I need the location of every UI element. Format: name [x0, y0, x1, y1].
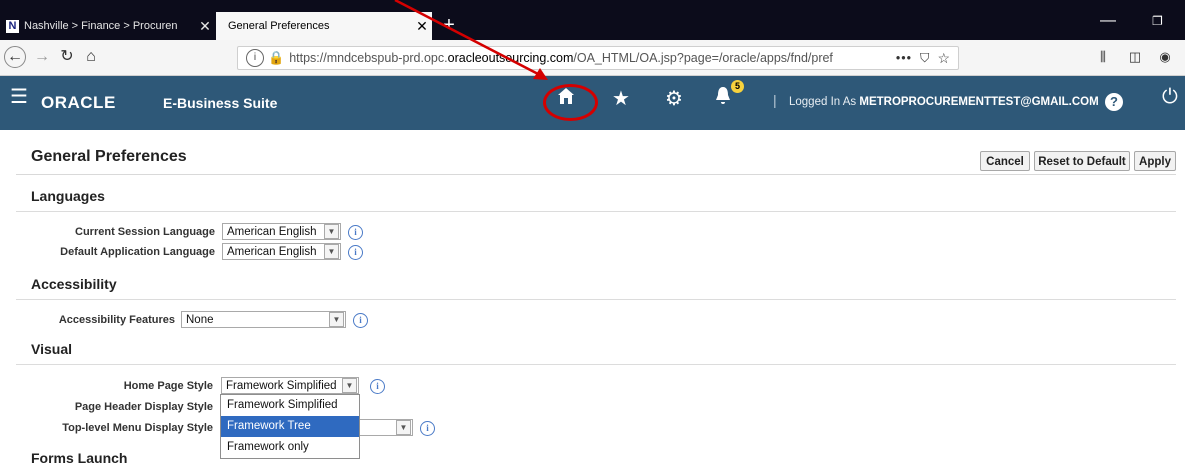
info-icon[interactable]: i: [246, 49, 264, 67]
divider: [16, 211, 1176, 212]
section-accessibility: Accessibility: [31, 276, 117, 292]
info-icon[interactable]: i: [370, 379, 385, 394]
home-page-style-label: Home Page Style: [123, 380, 213, 392]
select-value: None: [186, 313, 214, 326]
current-session-language-select[interactable]: American English ▼: [222, 223, 341, 240]
header-divider: |: [773, 92, 777, 108]
info-icon[interactable]: i: [348, 225, 363, 240]
library-icon[interactable]: ⫼: [1092, 45, 1114, 69]
url-prefix: https://mndcebspub-prd.opc.: [289, 51, 448, 65]
tab-general-preferences[interactable]: General Preferences ✕: [216, 12, 432, 40]
forward-icon[interactable]: →: [31, 45, 53, 69]
bell-icon[interactable]: [715, 86, 731, 112]
annotation-circle: [543, 84, 598, 121]
close-icon[interactable]: ✕: [412, 18, 432, 35]
page-actions-icon[interactable]: •••: [896, 51, 912, 65]
chevron-down-icon[interactable]: ▼: [396, 420, 411, 435]
cancel-button[interactable]: Cancel: [980, 151, 1030, 171]
select-value: American English: [227, 245, 317, 258]
info-icon[interactable]: i: [348, 245, 363, 260]
tab-title: Nashville > Finance > Procuren: [24, 20, 178, 32]
dropdown-option-highlighted[interactable]: Framework Tree: [221, 416, 359, 437]
tab-nashville[interactable]: N Nashville > Finance > Procuren ✕: [0, 12, 215, 40]
reset-to-default-button[interactable]: Reset to Default: [1034, 151, 1130, 171]
logged-in-prefix: Logged In As: [789, 96, 857, 108]
select-value: Framework Simplified: [226, 379, 337, 392]
apply-button[interactable]: Apply: [1134, 151, 1176, 171]
favorites-star-icon[interactable]: ★: [612, 86, 630, 111]
select-value: American English: [227, 225, 317, 238]
reload-icon[interactable]: ↻: [56, 45, 78, 69]
notification-badge: 5: [731, 80, 744, 93]
url-domain: oracleoutsourcing.com: [447, 51, 574, 65]
top-level-menu-display-style-label: Top-level Menu Display Style: [62, 422, 213, 434]
divider: [16, 364, 1176, 365]
current-session-language-label: Current Session Language: [75, 226, 215, 238]
browser-nav-bar: ← → ↻ ⌂ i 🔒 https://mndcebspub-prd.opc. o…: [0, 40, 1185, 76]
close-icon[interactable]: ✕: [195, 18, 215, 35]
chevron-down-icon[interactable]: ▼: [324, 224, 339, 239]
default-application-language-label: Default Application Language: [60, 246, 215, 258]
restore-icon[interactable]: ❐: [1152, 14, 1163, 28]
accessibility-features-label: Accessibility Features: [58, 314, 175, 326]
url-suffix: /OA_HTML/OA.jsp?page=/oracle/apps/fnd/pr…: [573, 51, 833, 65]
section-forms-launch: Forms Launch: [31, 450, 128, 466]
gear-icon[interactable]: ⚙: [665, 86, 683, 111]
page-header-display-style-label: Page Header Display Style: [74, 401, 213, 413]
minimize-icon[interactable]: —: [1100, 12, 1116, 30]
section-languages: Languages: [31, 188, 105, 204]
dropdown-option[interactable]: Framework only: [221, 437, 359, 458]
info-icon[interactable]: i: [420, 421, 435, 436]
nashville-favicon-icon: N: [6, 19, 19, 33]
new-tab-icon[interactable]: +: [436, 12, 462, 38]
sidebar-icon[interactable]: ◫: [1124, 45, 1146, 69]
top-level-menu-display-style-select[interactable]: ▼: [358, 419, 413, 436]
browser-tab-bar: N Nashville > Finance > Procuren ✕ Gener…: [0, 0, 1185, 40]
chevron-down-icon[interactable]: ▼: [342, 378, 357, 393]
user-name: METROPROCUREMENTTEST@GMAIL.COM: [859, 96, 1099, 108]
logged-in-text: Logged In As METROPROCUREMENTTEST@GMAIL.…: [789, 96, 1099, 108]
bookmark-star-icon[interactable]: ☆: [937, 50, 950, 67]
home-page-style-select[interactable]: Framework Simplified ▼: [221, 377, 359, 394]
dropdown-option[interactable]: Framework Simplified: [221, 395, 359, 416]
page-title: General Preferences: [31, 148, 187, 165]
back-icon[interactable]: ←: [4, 46, 26, 68]
default-application-language-select[interactable]: American English ▼: [222, 243, 341, 260]
power-icon[interactable]: ⏻: [1162, 86, 1178, 109]
section-visual: Visual: [31, 341, 72, 357]
oracle-logo: ORACLE: [41, 93, 116, 112]
divider: [16, 299, 1176, 300]
chevron-down-icon[interactable]: ▼: [324, 244, 339, 259]
home-nav-icon[interactable]: ⌂: [80, 45, 102, 69]
menu-icon[interactable]: ☰: [10, 84, 28, 109]
account-icon[interactable]: ◉: [1154, 45, 1176, 69]
lock-icon: 🔒: [268, 50, 285, 65]
accessibility-features-select[interactable]: None ▼: [181, 311, 346, 328]
url-bar[interactable]: i 🔒 https://mndcebspub-prd.opc. oracleout…: [237, 46, 959, 70]
suite-name: E-Business Suite: [163, 95, 278, 111]
home-page-style-dropdown: Framework Simplified Framework Tree Fram…: [220, 394, 360, 459]
help-icon[interactable]: ?: [1105, 93, 1123, 111]
info-icon[interactable]: i: [353, 313, 368, 328]
tab-title: General Preferences: [228, 20, 330, 32]
pocket-icon[interactable]: ⛉: [920, 51, 929, 66]
divider: [16, 174, 1176, 175]
chevron-down-icon[interactable]: ▼: [329, 312, 344, 327]
